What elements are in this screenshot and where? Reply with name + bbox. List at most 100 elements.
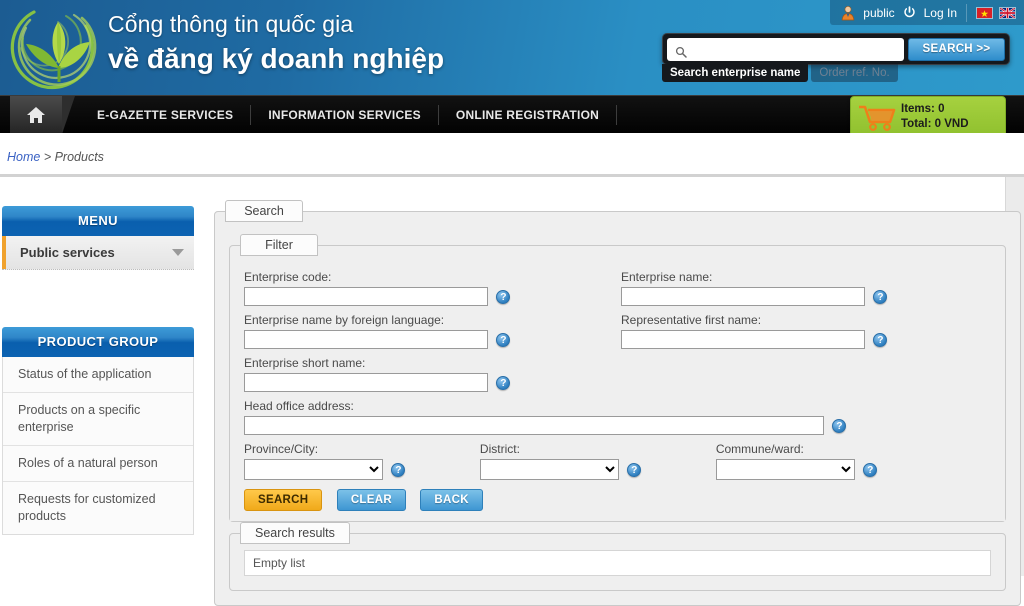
input-enterprise-name[interactable] <box>621 287 865 306</box>
brand-line-1: Cổng thông tin quốc gia <box>108 11 354 37</box>
tab-search[interactable]: Search <box>225 200 303 222</box>
empty-list-message: Empty list <box>244 550 991 576</box>
search-results-panel: Search results Empty list <box>229 522 1006 591</box>
input-enterprise-name-foreign[interactable] <box>244 330 488 349</box>
help-icon-district[interactable]: ? <box>627 462 642 477</box>
cart-items-count: Items: 0 <box>901 103 945 115</box>
input-representative-first-name[interactable] <box>621 330 865 349</box>
sidebar-item-products-on-a-specific-enterprise[interactable]: Products on a specific enterprise <box>3 393 193 446</box>
field-commune-ward: Commune/ward: ? <box>715 442 878 480</box>
nav-items: E-GAZETTE SERVICES INFORMATION SERVICES … <box>80 96 618 134</box>
brand-line-2: về đăng ký doanh nghiệp <box>108 43 445 74</box>
back-button[interactable]: BACK <box>420 489 483 511</box>
header-search-pod: SEARCH >> <box>662 33 1010 65</box>
help-icon-commune-ward[interactable]: ? <box>863 462 878 477</box>
input-enterprise-short-name[interactable] <box>244 373 488 392</box>
field-head-office-address: Head office address: ? <box>244 399 991 435</box>
nav-item-e-gazette-services[interactable]: E-GAZETTE SERVICES <box>80 105 252 125</box>
menu-panel: MENU Public services <box>2 206 194 270</box>
label-province-city: Province/City: <box>244 442 319 456</box>
menu-panel-title: MENU <box>2 206 194 236</box>
help-icon-enterprise-name-foreign[interactable]: ? <box>496 332 511 347</box>
login-link[interactable]: Log In <box>924 6 957 20</box>
sidebar-item-status-of-the-application[interactable]: Status of the application <box>3 357 193 393</box>
site-header: Cổng thông tin quốc gia về đăng ký doanh… <box>0 0 1024 95</box>
active-accent-bar <box>2 236 6 269</box>
filter-panel: Filter Enterprise code: ? Enterprise nam… <box>229 234 1006 522</box>
chevron-down-icon <box>172 249 184 256</box>
tab-search-enterprise-name[interactable]: Search enterprise name <box>662 64 809 82</box>
help-icon-enterprise-code[interactable]: ? <box>496 289 511 304</box>
nav-item-online-registration[interactable]: ONLINE REGISTRATION <box>439 105 618 125</box>
clear-button[interactable]: CLEAR <box>336 489 406 511</box>
label-head-office-address: Head office address: <box>244 399 354 413</box>
breadcrumb-current: Products <box>54 150 104 164</box>
vietnam-flag-icon[interactable] <box>976 6 993 19</box>
home-button[interactable] <box>10 96 75 134</box>
search-panel: Search Filter Enterprise code: ? Enterpr… <box>214 200 1021 606</box>
tab-order-ref-no[interactable]: Order ref. No. <box>811 64 898 82</box>
filter-col-right: Enterprise name: ? Representative first … <box>621 270 991 399</box>
main-content: Search Filter Enterprise code: ? Enterpr… <box>214 200 1021 606</box>
product-group-list: Status of the application Products on a … <box>2 357 194 535</box>
label-district: District: <box>479 442 520 456</box>
select-province-city[interactable] <box>244 459 383 480</box>
uk-flag-icon[interactable] <box>999 6 1016 19</box>
help-icon-enterprise-short-name[interactable]: ? <box>496 375 511 390</box>
tab-filter[interactable]: Filter <box>240 234 318 256</box>
cart-total: Total: 0 VND <box>901 118 969 130</box>
breadcrumb-separator: > <box>40 150 55 164</box>
field-representative-first-name: Representative first name: ? <box>621 313 991 349</box>
search-input[interactable] <box>667 37 904 61</box>
search-mode-tabs: Search enterprise name Order ref. No. <box>662 64 898 82</box>
select-commune-ward[interactable] <box>715 459 855 480</box>
filter-buttons: SEARCH CLEAR BACK <box>244 489 991 511</box>
label-representative-first-name: Representative first name: <box>621 313 762 327</box>
brand-title: Cổng thông tin quốc gia về đăng ký doanh… <box>108 10 444 76</box>
sidebar-item-requests-for-customized-products[interactable]: Requests for customized products <box>3 482 193 534</box>
username-label: public <box>863 5 895 20</box>
input-head-office-address[interactable] <box>244 416 824 435</box>
filter-col-left: Enterprise code: ? Enterprise name by fo… <box>244 270 614 399</box>
breadcrumb-bar <box>0 133 1024 177</box>
help-icon-head-office-address[interactable]: ? <box>832 418 847 433</box>
help-icon-province-city[interactable]: ? <box>391 462 406 477</box>
field-district: District: ? <box>479 442 642 480</box>
leaf-logo-icon <box>4 0 108 95</box>
input-enterprise-code[interactable] <box>244 287 488 306</box>
breadcrumb-home-link[interactable]: Home <box>7 150 40 164</box>
user-bar: public Log In <box>830 0 1024 25</box>
location-selects-row: Province/City: ? District: ? Commune/war… <box>244 442 991 480</box>
label-enterprise-code: Enterprise code: <box>244 270 332 284</box>
search-results-legend: Search results <box>240 522 350 544</box>
field-province-city: Province/City: ? <box>244 442 406 480</box>
field-enterprise-short-name: Enterprise short name: ? <box>244 356 614 392</box>
help-icon-enterprise-name[interactable]: ? <box>873 289 888 304</box>
filter-panel-legend: Filter <box>240 234 318 256</box>
sidebar-item-public-services[interactable]: Public services <box>2 236 194 270</box>
userbar-divider <box>966 3 967 22</box>
sidebar: MENU Public services PRODUCT GROUP Statu… <box>0 177 196 576</box>
breadcrumb: Home > Products <box>7 150 104 164</box>
sidebar-item-roles-of-a-natural-person[interactable]: Roles of a natural person <box>3 446 193 482</box>
tab-search-results: Search results <box>240 522 350 544</box>
shopping-cart-widget[interactable]: Items: 0 Total: 0 VND <box>850 96 1006 138</box>
search-button[interactable]: SEARCH <box>244 489 323 511</box>
product-group-title: PRODUCT GROUP <box>2 327 194 357</box>
home-icon <box>27 107 45 123</box>
label-commune-ward: Commune/ward: <box>715 442 804 456</box>
label-enterprise-short-name: Enterprise short name: <box>244 356 366 370</box>
field-enterprise-code: Enterprise code: ? <box>244 270 614 306</box>
sidebar-item-label: Public services <box>20 245 115 260</box>
field-enterprise-name-foreign: Enterprise name by foreign language: ? <box>244 313 614 349</box>
nav-item-information-services[interactable]: INFORMATION SERVICES <box>251 105 439 125</box>
shopping-cart-icon <box>859 105 896 131</box>
label-enterprise-name: Enterprise name: <box>621 270 713 284</box>
label-enterprise-name-foreign: Enterprise name by foreign language: <box>244 313 445 327</box>
search-panel-legend: Search <box>225 200 303 222</box>
select-district[interactable] <box>479 459 619 480</box>
search-submit-button[interactable]: SEARCH >> <box>908 37 1005 61</box>
help-icon-representative-first-name[interactable]: ? <box>873 332 888 347</box>
power-icon[interactable] <box>902 5 917 20</box>
field-enterprise-name: Enterprise name: ? <box>621 270 991 306</box>
